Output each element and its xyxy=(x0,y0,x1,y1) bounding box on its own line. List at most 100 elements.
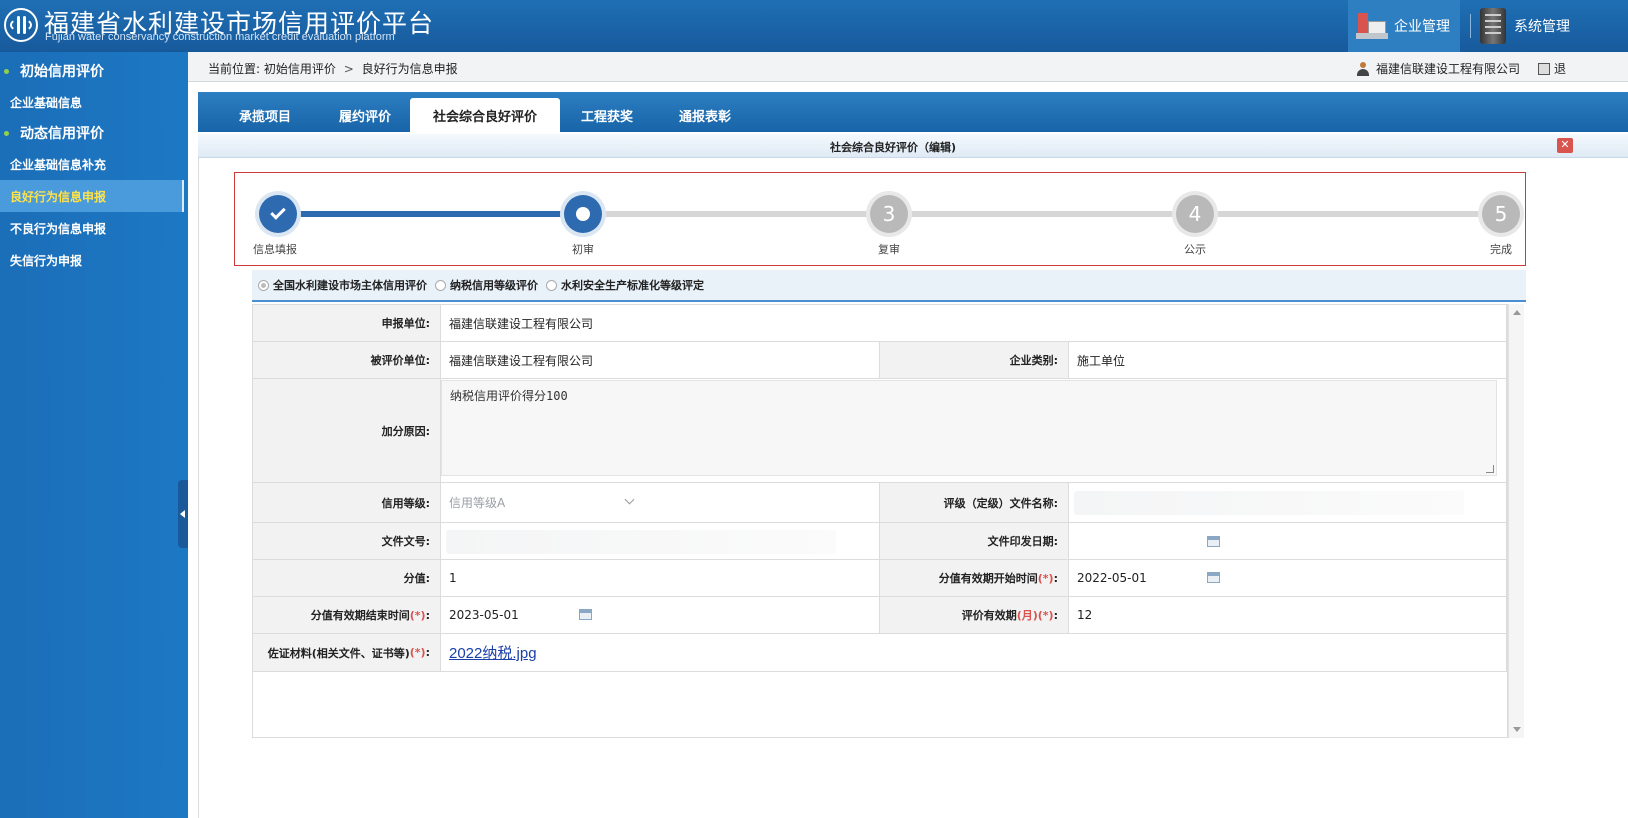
valid-start-value: 2022-05-01 xyxy=(1077,571,1147,585)
bonus-reason-textarea[interactable]: 纳税信用评价得分100 xyxy=(441,380,1497,476)
step-4-circle: 4 xyxy=(1176,195,1214,233)
step-5-circle: 5 xyxy=(1482,195,1520,233)
breadcrumb-separator: > xyxy=(343,62,354,76)
sidebar-group-label: 动态信用评价 xyxy=(20,126,104,142)
valid-end-label: 分值有效期结束时间 (*): xyxy=(253,597,441,634)
logout-label: 退 xyxy=(1554,62,1567,76)
sidebar-item-basic-info-supplement[interactable]: 企业基础信息补充 xyxy=(0,148,184,180)
evidence-label: 佐证材料(相关文件、证书等) (*): xyxy=(253,634,441,672)
tab-commendation[interactable]: 通报表彰 xyxy=(660,98,750,132)
radio-dot xyxy=(258,279,269,291)
calendar-icon[interactable] xyxy=(579,609,592,620)
issue-date-label: 文件印发日期: xyxy=(880,523,1069,560)
score-input[interactable]: 1 xyxy=(441,560,880,597)
radio-label: 纳税信用等级评价 xyxy=(450,279,538,292)
progress-steps: 3 4 5 信息填报 初审 复审 公示 完成 xyxy=(234,172,1526,266)
breadcrumb: 当前位置: 初始信用评价 > 良好行为信息申报 xyxy=(208,60,458,77)
step-1-check-icon xyxy=(259,195,297,233)
sidebar-item-good-behavior[interactable]: 良好行为信息申报 xyxy=(0,180,184,212)
calendar-icon[interactable] xyxy=(1207,572,1220,583)
tab-project-awards[interactable]: 工程获奖 xyxy=(562,98,652,132)
resize-grip-icon[interactable] xyxy=(1486,465,1494,473)
step-1-label: 信息填报 xyxy=(253,243,297,256)
step-4-label: 公示 xyxy=(1184,243,1206,256)
step-3-label: 复审 xyxy=(878,243,900,256)
step-3-circle: 3 xyxy=(870,195,908,233)
logout-icon xyxy=(1538,62,1550,75)
nav-enterprise-label: 企业管理 xyxy=(1394,19,1450,35)
applicant-label: 申报单位: xyxy=(253,305,441,342)
sidebar-group-dynamic[interactable]: 动态信用评价 xyxy=(0,118,188,148)
doc-number-input[interactable] xyxy=(446,530,836,554)
radio-tax-credit[interactable]: 纳税信用等级评价 xyxy=(435,277,538,293)
logout-button[interactable]: 退 xyxy=(1538,60,1566,77)
radio-dot xyxy=(435,279,446,291)
sidebar-item-dishonest-behavior[interactable]: 失信行为申报 xyxy=(0,244,184,276)
step-connector-pending xyxy=(583,211,1503,217)
credit-level-select[interactable]: 信用等级A xyxy=(441,483,880,523)
nav-enterprise-management[interactable]: 企业管理 xyxy=(1348,0,1460,52)
step-connector-done xyxy=(277,211,583,217)
evidence-file-link[interactable]: 2022纳税.jpg xyxy=(449,642,537,663)
bullet-icon xyxy=(4,69,9,74)
sidebar-item-enterprise-basic-info[interactable]: 企业基础信息 xyxy=(0,86,184,118)
bonus-reason-text: 纳税信用评价得分100 xyxy=(450,389,568,403)
sidebar-item-bad-behavior[interactable]: 不良行为信息申报 xyxy=(0,212,184,244)
step-2-current-indicator xyxy=(564,195,602,233)
issue-date-input[interactable] xyxy=(1069,523,1507,560)
evidence-cell: 2022纳税.jpg xyxy=(441,634,1507,672)
applicant-value: 福建信联建设工程有限公司 xyxy=(441,305,1507,342)
bullet-icon xyxy=(4,131,9,136)
eval-period-label: 评价有效期(月) (*): xyxy=(880,597,1069,634)
bonus-reason-label: 加分原因: xyxy=(253,379,441,483)
breadcrumb-item[interactable]: 初始信用评价 xyxy=(264,62,336,76)
scroll-up-icon[interactable] xyxy=(1513,310,1521,315)
nav-system-label: 系统管理 xyxy=(1514,19,1570,35)
sidebar-item-label: 不良行为信息申报 xyxy=(10,221,107,236)
doc-number-label: 文件文号: xyxy=(253,523,441,560)
radio-label: 水利安全生产标准化等级评定 xyxy=(561,279,704,292)
user-company: 福建信联建设工程有限公司 xyxy=(1376,62,1521,76)
sidebar-collapse-handle[interactable] xyxy=(178,480,188,548)
valid-end-input[interactable]: 2023-05-01 xyxy=(441,597,880,634)
user-icon xyxy=(1356,61,1370,76)
sidebar-item-label: 企业基础信息补充 xyxy=(10,157,107,172)
current-user: 福建信联建设工程有限公司 xyxy=(1356,60,1520,77)
valid-start-input[interactable]: 2022-05-01 xyxy=(1069,560,1507,597)
sidebar: 初始信用评价 企业基础信息 动态信用评价 企业基础信息补充 良好行为信息申报 不… xyxy=(0,52,188,818)
radio-national-credit[interactable]: 全国水利建设市场主体信用评价 xyxy=(258,277,427,293)
evaluated-unit-label: 被评价单位: xyxy=(253,342,441,379)
panel-header: 社会综合良好评价（编辑) ✕ xyxy=(198,134,1628,158)
panel-title: 社会综合良好评价（编辑) xyxy=(829,141,957,154)
valid-end-value: 2023-05-01 xyxy=(449,608,519,622)
breadcrumb-prefix: 当前位置: xyxy=(208,62,261,76)
valid-start-label: 分值有效期开始时间 (*): xyxy=(880,560,1069,597)
tab-performance-evaluation[interactable]: 履约评价 xyxy=(320,98,410,132)
calendar-icon[interactable] xyxy=(1207,536,1220,547)
radio-dot xyxy=(546,279,557,291)
sidebar-item-label: 良好行为信息申报 xyxy=(10,189,107,204)
sidebar-item-label: 企业基础信息 xyxy=(10,95,83,110)
radio-label: 全国水利建设市场主体信用评价 xyxy=(273,279,427,292)
rating-doc-name-input[interactable] xyxy=(1074,491,1464,515)
sidebar-group-initial[interactable]: 初始信用评价 xyxy=(0,56,188,86)
server-icon xyxy=(1480,8,1506,44)
tab-contracted-projects[interactable]: 承揽项目 xyxy=(220,98,310,132)
credit-level-label: 信用等级: xyxy=(253,483,441,523)
form-scrollbar[interactable] xyxy=(1508,304,1524,738)
tab-bar: 承揽项目 履约评价 社会综合良好评价 工程获奖 通报表彰 xyxy=(198,92,1628,132)
eval-period-input[interactable]: 12 xyxy=(1069,597,1507,634)
score-value: 1 xyxy=(449,571,457,585)
radio-safety-standard[interactable]: 水利安全生产标准化等级评定 xyxy=(546,277,704,293)
close-button[interactable]: ✕ xyxy=(1557,138,1573,153)
nav-system-management[interactable]: 系统管理 xyxy=(1480,0,1570,52)
tab-social-good-evaluation[interactable]: 社会综合良好评价 xyxy=(410,98,560,132)
evaluation-type-radios: 全国水利建设市场主体信用评价 纳税信用等级评价 水利安全生产标准化等级评定 xyxy=(252,270,1526,302)
breadcrumb-item: 良好行为信息申报 xyxy=(361,62,458,76)
step-2-label: 初审 xyxy=(572,243,594,256)
site-subtitle: Fujian water conservancy construction ma… xyxy=(45,31,395,43)
rating-doc-name-label: 评级（定级）文件名称: xyxy=(880,483,1069,523)
enterprise-icon xyxy=(1354,9,1390,43)
scroll-down-icon[interactable] xyxy=(1513,727,1521,732)
enterprise-category-value: 施工单位 xyxy=(1069,342,1507,379)
